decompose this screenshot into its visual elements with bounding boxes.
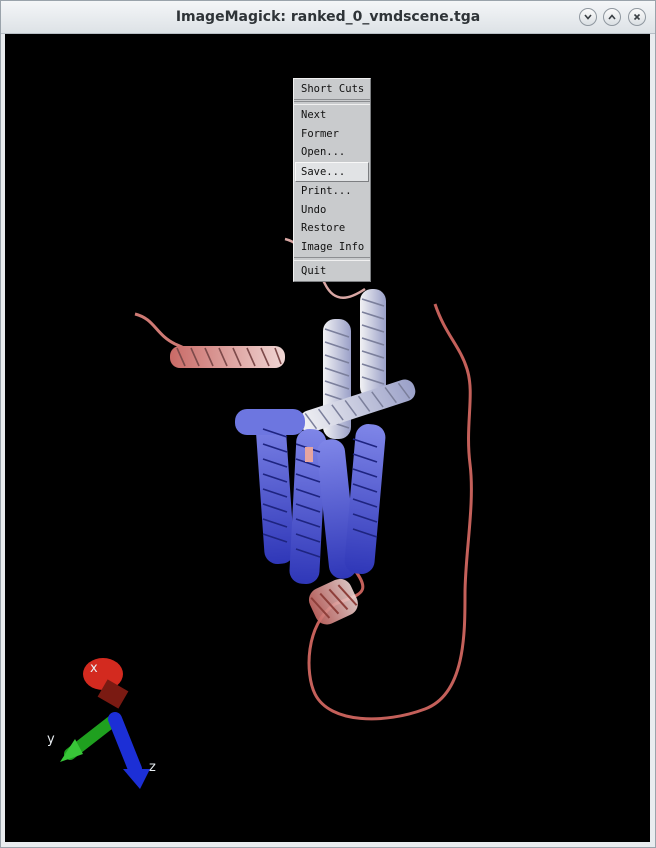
menu-title: Short Cuts	[294, 79, 370, 100]
menu-item-save[interactable]: Save...	[295, 161, 369, 182]
imagemagick-window: ImageMagick: ranked_0_vmdscene.tga x y z…	[0, 0, 656, 848]
y-axis-label: y	[47, 732, 55, 747]
z-axis-label: z	[149, 760, 156, 775]
menu-item-restore[interactable]: Restore	[294, 219, 370, 238]
menu-item-print[interactable]: Print...	[294, 182, 370, 201]
chevron-down-icon	[584, 14, 592, 20]
helix-bundle-blue	[235, 409, 386, 585]
close-button[interactable]	[628, 8, 646, 26]
helix-fragment-pink	[305, 447, 313, 462]
helix-pink-lower	[308, 578, 358, 625]
maximize-button[interactable]	[603, 8, 621, 26]
menu-separator	[294, 257, 370, 261]
menu-item-quit[interactable]: Quit	[294, 262, 370, 281]
menu-item-next[interactable]: Next	[294, 106, 370, 125]
menu-item-former[interactable]: Former	[294, 125, 370, 144]
helix-white-vertical-2	[360, 289, 386, 399]
axes-indicator	[60, 658, 150, 789]
chevron-up-icon	[608, 14, 616, 20]
menu-separator	[294, 101, 370, 105]
title-bar[interactable]: ImageMagick: ranked_0_vmdscene.tga	[1, 1, 655, 34]
helix-horizontal-left	[170, 346, 285, 368]
menu-item-image-info[interactable]: Image Info	[294, 238, 370, 257]
z-axis-arrow	[123, 769, 150, 789]
helix-white-diagonal	[299, 379, 416, 433]
minimize-button[interactable]	[579, 8, 597, 26]
x-axis-label: x	[90, 661, 98, 676]
menu-item-open[interactable]: Open...	[294, 143, 370, 162]
close-icon	[633, 13, 641, 21]
menu-item-undo[interactable]: Undo	[294, 201, 370, 220]
shortcuts-menu[interactable]: Short Cuts Next Former Open... Save... P…	[293, 78, 371, 282]
window-title: ImageMagick: ranked_0_vmdscene.tga	[175, 9, 481, 25]
